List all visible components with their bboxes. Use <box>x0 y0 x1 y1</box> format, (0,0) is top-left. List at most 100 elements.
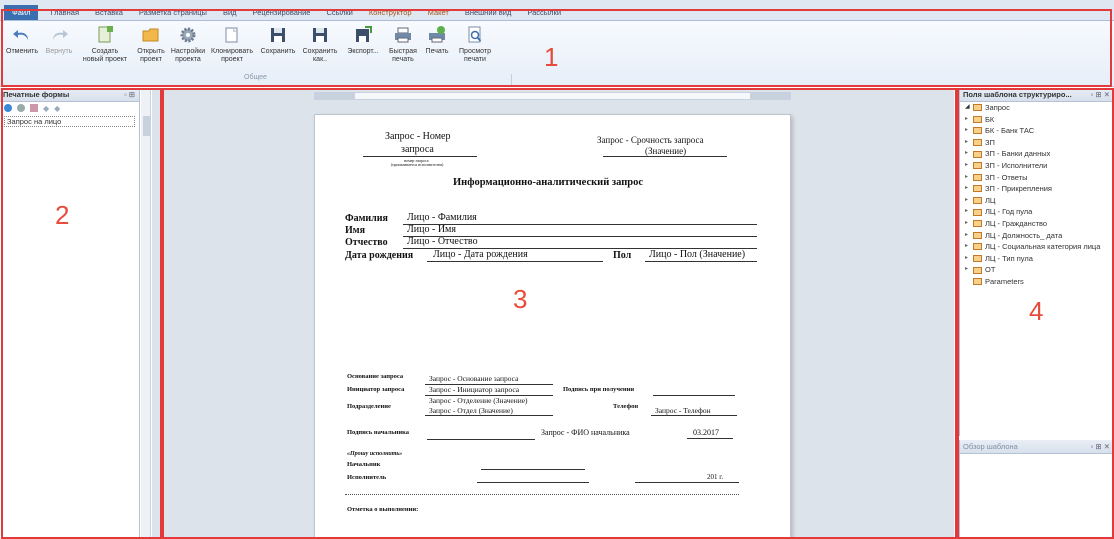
template-fields-header: Поля шаблона структуриро... ▫ ⊞ ✕ <box>960 88 1114 102</box>
expand-icon[interactable]: ▸ <box>965 160 973 172</box>
expand-icon[interactable]: ▸ <box>965 264 973 276</box>
tree-item[interactable]: ▸ БК - Банк ТАС <box>965 125 1114 137</box>
redo-icon <box>53 30 68 40</box>
tree-item[interactable]: ▸ ЗП - Исполнители <box>965 160 1114 172</box>
table-icon <box>973 115 982 123</box>
sign-receipt-line <box>653 395 735 396</box>
tree-item[interactable]: ▸ ЛЦ - Год пула <box>965 206 1114 218</box>
list-item[interactable]: Запрос на лицо <box>4 116 135 127</box>
expand-icon[interactable]: ▸ <box>965 195 973 207</box>
expand-icon[interactable]: ▸ <box>965 218 973 230</box>
tree-item[interactable]: ▸ БК <box>965 114 1114 126</box>
tree-parameters[interactable]: Parameters <box>965 276 1114 288</box>
tab-2[interactable]: Вставка <box>87 5 131 20</box>
birthdate-label: Дата рождения <box>345 250 414 261</box>
template-overview-header: Обзор шаблона ▫ ⊞ ✕ <box>960 440 1114 454</box>
dotted-separator <box>345 494 739 495</box>
firstname-field: Лицо - Имя <box>407 224 456 235</box>
tab-0[interactable]: Файл <box>4 5 39 20</box>
expand-icon[interactable]: ▸ <box>965 172 973 184</box>
expand-icon[interactable]: ▸ <box>965 230 973 242</box>
initiator-field: Запрос - Инициатор запроса <box>429 385 520 394</box>
table-icon <box>973 139 982 147</box>
print-button[interactable]: Печать <box>422 25 452 69</box>
tree-item[interactable]: ▸ ЛЦ <box>965 195 1114 207</box>
phone-field: Запрос - Телефон <box>655 406 711 415</box>
expand-icon[interactable]: ▸ <box>965 183 973 195</box>
urgency-field: Запрос - Срочность запроса <box>597 135 704 145</box>
collapse-icon[interactable]: ◢ <box>965 102 973 114</box>
preview-label-1: Просмотр <box>459 48 491 55</box>
expand-icon[interactable]: ▸ <box>965 253 973 265</box>
department-line <box>425 415 553 416</box>
chief-line <box>481 469 585 470</box>
table-icon <box>973 150 982 158</box>
save-button[interactable]: Сохранить <box>258 25 298 69</box>
phone-line <box>651 415 737 416</box>
print-preview-button[interactable]: Просмотр печати <box>454 25 496 69</box>
tree-item-label: ЛЦ <box>985 195 996 205</box>
move-down-icon[interactable]: ◆ <box>54 104 60 114</box>
tree-item[interactable]: ▸ ЛЦ - Должность_ дата <box>965 230 1114 242</box>
print-forms-toolbar: ◆ ◆ <box>0 102 139 116</box>
tab-1[interactable]: Главная <box>42 5 87 20</box>
tab-9[interactable]: Внешний вид <box>457 5 520 20</box>
tree-item-label: ЛЦ - Социальная категория лица <box>985 242 1101 252</box>
undo-button[interactable]: Отменить <box>4 25 40 69</box>
basis-label: Основание запроса <box>347 373 404 380</box>
expand-icon[interactable]: ▸ <box>965 241 973 253</box>
tab-10[interactable]: Рассылки <box>519 5 569 20</box>
tree-item[interactable]: ▸ ЗП - Ответы <box>965 172 1114 184</box>
req-number-label: Запрос - Номер <box>385 131 451 142</box>
redo-button[interactable]: Вернуть <box>42 25 76 69</box>
tab-7[interactable]: Конструктор <box>361 5 420 20</box>
save-as-label-2: как.. <box>312 56 328 63</box>
save-label: Сохранить <box>260 48 296 55</box>
overview-close-icon[interactable]: ▫ ⊞ ✕ <box>1091 440 1114 453</box>
tree-item[interactable]: ▸ ЛЦ - Гражданство <box>965 218 1114 230</box>
tree-item[interactable]: ▸ ЗП <box>965 137 1114 149</box>
expand-icon[interactable]: ▸ <box>965 206 973 218</box>
tab-5[interactable]: Рецензирование <box>245 5 319 20</box>
edit-form-icon[interactable] <box>30 104 38 112</box>
clone-label-2: проект <box>221 56 243 63</box>
department-field: Запрос - Отдел (Значение) <box>429 406 513 415</box>
expand-icon[interactable]: ▸ <box>965 137 973 149</box>
tree-item[interactable]: ▸ ОТ <box>965 264 1114 276</box>
remove-form-icon[interactable] <box>17 104 25 112</box>
tree-item[interactable]: ▸ ЗП - Банки данных <box>965 148 1114 160</box>
project-settings-button[interactable]: Настройки проекта <box>170 25 206 69</box>
expand-icon[interactable]: ▸ <box>965 125 973 137</box>
table-icon <box>973 127 982 135</box>
move-up-icon[interactable]: ◆ <box>43 104 49 114</box>
expand-icon[interactable]: ▸ <box>965 114 973 126</box>
document-page[interactable]: Запрос - Номер запроса номер запроса (пр… <box>314 114 791 539</box>
template-fields-title: Поля шаблона структуриро... <box>963 90 1072 99</box>
tab-6[interactable]: Ссылки <box>318 5 360 20</box>
annotation-number-3: 3 <box>513 284 528 314</box>
sign-receipt-label: Подпись при получении <box>563 386 635 393</box>
add-form-icon[interactable] <box>4 104 12 112</box>
export-button[interactable]: Экспорт... <box>342 25 384 69</box>
table-icon <box>973 197 982 205</box>
table-icon <box>973 231 982 239</box>
tree-item[interactable]: ▸ ЛЦ - Социальная категория лица <box>965 241 1114 253</box>
tree-item[interactable]: ▸ ЗП - Прикрепления <box>965 183 1114 195</box>
expand-icon[interactable]: ▸ <box>965 148 973 160</box>
quick-print-button[interactable]: Быстрая печать <box>386 25 420 69</box>
tree-root[interactable]: ◢ Запрос <box>965 102 1114 114</box>
tab-8[interactable]: Макет <box>420 5 457 20</box>
preview-label-2: печати <box>464 56 486 63</box>
new-project-button[interactable]: Создать новый проект <box>80 25 130 69</box>
open-project-button[interactable]: Открыть проект <box>134 25 168 69</box>
tree-item[interactable]: ▸ ЛЦ - Тип пула <box>965 253 1114 265</box>
panel-pin-icon[interactable]: ▫ ⊞ <box>124 88 139 101</box>
tab-3[interactable]: Разметка страницы <box>131 5 215 20</box>
boss-sign-label: Подпись начальника <box>347 429 410 436</box>
clone-project-button[interactable]: Клонировать проект <box>208 25 256 69</box>
save-as-button[interactable]: Сохранить как.. <box>300 25 340 69</box>
panel-close-icon[interactable]: ▫ ⊞ ✕ <box>1091 88 1114 101</box>
birthdate-field: Лицо - Дата рождения <box>433 249 528 260</box>
printer-settings-icon <box>429 26 445 43</box>
tab-4[interactable]: Вид <box>215 5 245 20</box>
